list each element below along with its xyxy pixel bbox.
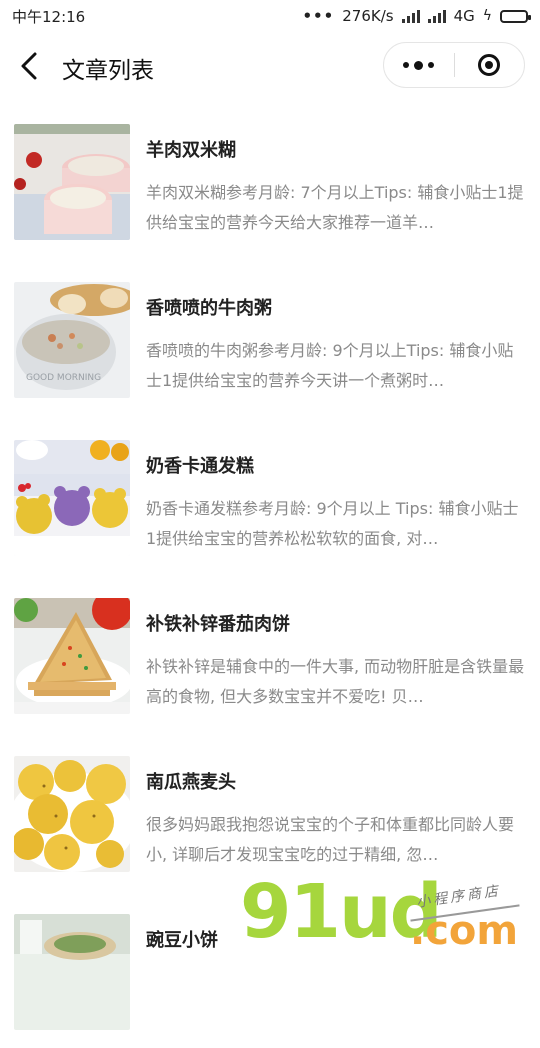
target-circle-icon	[478, 54, 501, 76]
signal-icon	[401, 9, 420, 23]
article-title: 补铁补锌番茄肉饼	[146, 614, 290, 635]
network-type: 4G	[453, 7, 475, 25]
watermark-dotcom: .com	[410, 908, 519, 954]
notification-dots-icon: •••	[302, 7, 335, 25]
article-thumbnail	[14, 756, 130, 872]
article-summary: 香喷喷的牛肉粥参考月龄: 9个月以上Tips: 辅食小贴士1提供给宝宝的营养今天…	[146, 341, 514, 390]
page-title: 文章列表	[62, 58, 154, 84]
network-speed: 276K/s	[342, 7, 394, 25]
nav-bar: 文章列表	[0, 32, 540, 100]
charging-icon: ϟ	[482, 8, 492, 24]
article-thumbnail	[14, 440, 130, 556]
article-item[interactable]: 南瓜燕麦头 很多妈妈跟我抱怨说宝宝的个子和体重都比同龄人要小, 详聊后才发现宝宝…	[0, 732, 540, 890]
article-summary: 很多妈妈跟我抱怨说宝宝的个子和体重都比同龄人要小, 详聊后才发现宝宝吃的过于精细…	[146, 815, 515, 864]
article-title: 奶香卡通发糕	[146, 456, 254, 477]
status-time: 中午12:16	[12, 7, 86, 26]
back-button[interactable]	[14, 50, 46, 82]
article-summary: 补铁补锌是辅食中的一件大事, 而动物肝脏是含铁量最高的食物, 但大多数宝宝并不爱…	[146, 657, 525, 706]
article-title: 南瓜燕麦头	[146, 772, 236, 793]
article-thumbnail	[14, 914, 130, 1030]
more-button[interactable]	[384, 43, 454, 87]
more-dots-icon	[403, 62, 410, 68]
article-item[interactable]: 奶香卡通发糕 奶香卡通发糕参考月龄: 9个月以上 Tips: 辅食小贴士1提供给…	[0, 416, 540, 574]
watermark-logo: 91ud 小程序商店 .com	[240, 872, 540, 960]
article-item[interactable]: 羊肉双米糊 羊肉双米糊参考月龄: 7个月以上Tips: 辅食小贴士1提供给宝宝的…	[0, 100, 540, 258]
battery-icon	[500, 9, 531, 23]
article-thumbnail: GOOD MORNING	[14, 282, 130, 398]
article-title: 羊肉双米糊	[146, 140, 236, 161]
article-item[interactable]: 补铁补锌番茄肉饼 补铁补锌是辅食中的一件大事, 而动物肝脏是含铁量最高的食物, …	[0, 574, 540, 732]
chevron-left-icon	[21, 52, 37, 80]
status-bar: 中午12:16 ••• 276K/s 4G ϟ	[0, 0, 540, 32]
article-item[interactable]: GOOD MORNING 香喷喷的牛肉粥 香喷喷的牛肉粥参考月龄: 9个月以上T…	[0, 258, 540, 416]
mini-program-capsule	[383, 42, 525, 88]
article-title: 香喷喷的牛肉粥	[146, 298, 272, 319]
article-summary: 羊肉双米糊参考月龄: 7个月以上Tips: 辅食小贴士1提供给宝宝的营养今天给大…	[146, 183, 524, 232]
close-button[interactable]	[455, 43, 525, 87]
svg-text:GOOD MORNING: GOOD MORNING	[26, 373, 101, 383]
status-indicators: ••• 276K/s 4G ϟ	[302, 7, 531, 25]
signal-icon-2	[427, 9, 446, 23]
article-title: 豌豆小饼	[146, 930, 218, 951]
article-thumbnail	[14, 598, 130, 714]
article-summary: 奶香卡通发糕参考月龄: 9个月以上 Tips: 辅食小贴士1提供给宝宝的营养松松…	[146, 499, 519, 548]
article-thumbnail	[14, 124, 130, 240]
